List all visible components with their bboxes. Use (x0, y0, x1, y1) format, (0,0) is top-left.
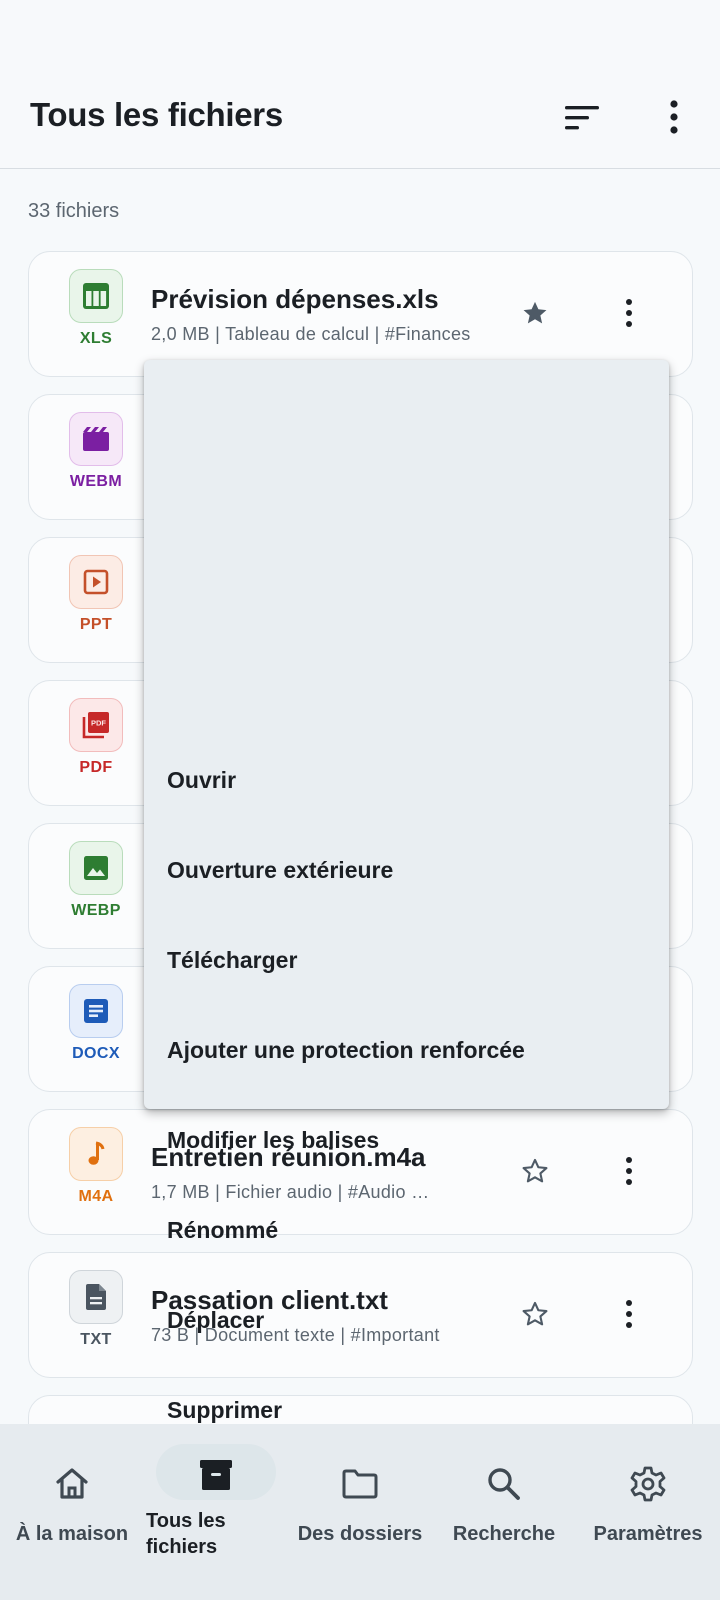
nav-label: Recherche (452, 1523, 556, 1545)
file-extension: PPT (79, 616, 113, 633)
menu-item-edit-tags[interactable]: Modifier les balises (144, 1095, 669, 1185)
bottom-navigation: À la maison Tous les fichiers Des dossie… (0, 1424, 720, 1600)
page-title: Tous les fichiers (30, 96, 283, 133)
home-icon (56, 1468, 88, 1499)
menu-item-open-external[interactable]: Ouverture extérieure (144, 825, 669, 915)
document-icon (69, 984, 123, 1038)
file-more-icon[interactable] (623, 298, 635, 328)
menu-item-download[interactable]: Télécharger (144, 915, 669, 1005)
context-menu: Ouvrir Ouverture extérieure Télécharger … (144, 360, 669, 1423)
file-count: 33 fichiers (28, 200, 120, 222)
nav-settings[interactable]: Paramètres (576, 1424, 720, 1600)
nav-folders[interactable]: Des dossiers (288, 1424, 432, 1600)
pdf-icon: PDF (69, 698, 123, 752)
nav-label: Paramètres (593, 1523, 703, 1545)
file-extension: DOCX (72, 1045, 120, 1062)
nav-label: À la maison (15, 1523, 129, 1545)
folder-icon (342, 1469, 378, 1499)
file-extension: PDF (79, 759, 113, 776)
archive-icon (200, 1460, 232, 1490)
nav-all-files[interactable]: Tous les fichiers (144, 1424, 288, 1600)
file-meta: 2,0 MB | Tableau de calcul | #Finances (151, 324, 471, 344)
text-file-icon (69, 1270, 123, 1324)
nav-search[interactable]: Recherche (432, 1424, 576, 1600)
menu-item-rename[interactable]: Rénommé (144, 1185, 669, 1275)
file-extension: WEBM (69, 473, 123, 490)
file-extension: XLS (79, 330, 113, 347)
file-extension: WEBP (71, 902, 121, 919)
gear-icon (630, 1466, 666, 1502)
more-options-icon[interactable] (662, 100, 686, 136)
video-icon (69, 412, 123, 466)
sort-icon[interactable] (563, 100, 603, 136)
search-icon (488, 1468, 520, 1500)
app-bar: Tous les fichiers (0, 0, 720, 169)
svg-text:PDF: PDF (91, 719, 106, 728)
nav-home[interactable]: À la maison (0, 1424, 144, 1600)
nav-label: Des dossiers (297, 1523, 423, 1545)
spreadsheet-icon (69, 269, 123, 323)
presentation-icon (69, 555, 123, 609)
star-filled-icon[interactable] (521, 299, 549, 327)
file-extension: TXT (80, 1331, 112, 1348)
nav-label: Tous les fichiers (146, 1510, 226, 1558)
menu-item-add-protection[interactable]: Ajouter une protection renforcée (144, 1005, 669, 1095)
file-card[interactable]: XLS Prévision dépenses.xls 2,0 MB | Tabl… (28, 251, 693, 377)
file-name: Prévision dépenses.xls (151, 284, 439, 314)
image-icon (69, 841, 123, 895)
menu-item-move[interactable]: Déplacer (144, 1275, 669, 1365)
menu-item-open[interactable]: Ouvrir (144, 735, 669, 825)
file-extension: M4A (78, 1188, 114, 1205)
audio-icon (69, 1127, 123, 1181)
